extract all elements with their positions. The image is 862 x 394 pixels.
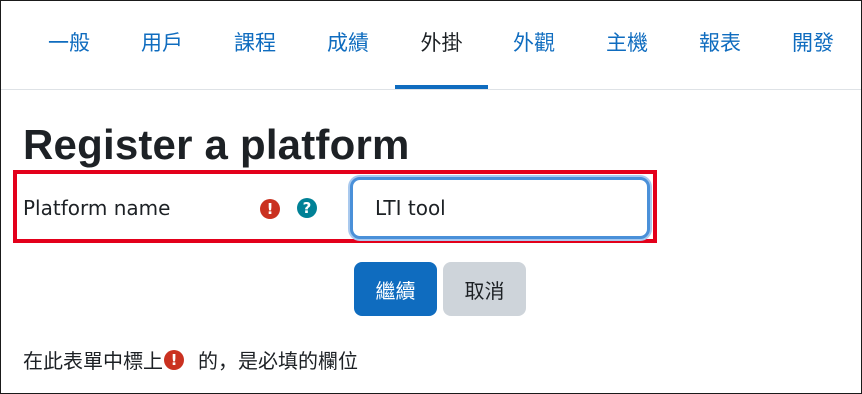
tab-server[interactable]: 主機 [592, 27, 662, 89]
exclamation-circle-icon: ! [260, 199, 280, 219]
page-title: Register a platform [23, 121, 410, 168]
admin-tabs: 一般 用戶 課程 成績 外掛 外觀 主機 報表 開發 [1, 1, 861, 90]
exclamation-circle-icon: ! [164, 349, 184, 370]
platform-name-input[interactable] [350, 177, 650, 239]
tab-general[interactable]: 一般 [34, 27, 104, 89]
tab-courses[interactable]: 課程 [220, 27, 290, 89]
cancel-button[interactable]: 取消 [443, 262, 526, 316]
tab-grades[interactable]: 成績 [313, 27, 383, 89]
tab-users[interactable]: 用戶 [127, 27, 197, 89]
required-note-text-after: 的，是必填的欄位 [198, 349, 358, 373]
continue-button[interactable]: 繼續 [354, 262, 437, 316]
tab-development[interactable]: 開發 [778, 27, 848, 89]
question-circle-icon[interactable]: ? [297, 198, 317, 218]
platform-name-label: Platform name [23, 196, 171, 220]
tab-appearance[interactable]: 外觀 [499, 27, 569, 89]
tab-plugins[interactable]: 外掛 [395, 27, 488, 89]
tab-reports[interactable]: 報表 [685, 27, 755, 89]
required-note-text-before: 在此表單中標上 [23, 349, 163, 373]
page-frame: 一般 用戶 課程 成績 外掛 外觀 主機 報表 開發 Register a pl… [0, 0, 862, 394]
required-fields-note: 在此表單中標上 ! 的，是必填的欄位 [23, 345, 358, 374]
